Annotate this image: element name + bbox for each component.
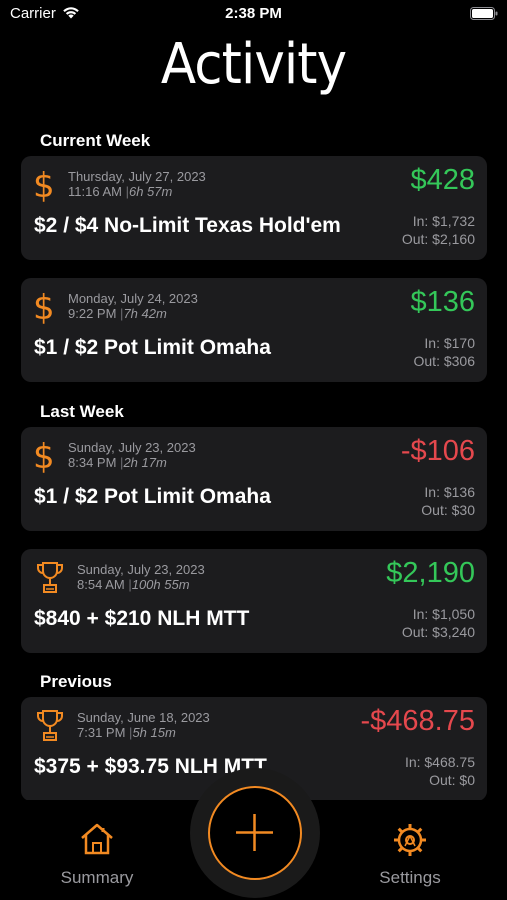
dollar-icon: $ <box>33 288 55 328</box>
tab-summary[interactable] <box>37 822 157 856</box>
tab-settings-label[interactable]: Settings <box>350 868 470 888</box>
section-header-current-week: Current Week <box>40 131 151 150</box>
section-header-previous: Previous <box>40 672 112 691</box>
session-in: In: $136 <box>424 484 475 500</box>
session-time: 7:31 PM |5h 15m <box>77 725 176 740</box>
session-time: 9:22 PM |7h 42m <box>68 306 167 321</box>
session-result: -$106 <box>400 435 475 467</box>
session-out: Out: $306 <box>413 353 476 369</box>
session-in: In: $1,732 <box>412 213 475 229</box>
battery-icon <box>470 7 498 20</box>
session-date: Monday, July 24, 2023 <box>68 291 198 306</box>
session-title: $1 / $2 Pot Limit Omaha <box>34 485 271 508</box>
dollar-icon: $ <box>33 166 55 206</box>
session-title: $2 / $4 No-Limit Texas Hold'em <box>34 214 341 237</box>
session-in: In: $170 <box>424 335 475 351</box>
session-title: $1 / $2 Pot Limit Omaha <box>34 336 271 359</box>
session-out: Out: $2,160 <box>401 231 475 247</box>
session-out: Out: $3,240 <box>401 624 475 640</box>
page-title: Activity <box>160 32 347 97</box>
session-time: 8:34 PM |2h 17m <box>68 455 167 470</box>
session-card[interactable]: $ Thursday, July 27, 2023 11:16 AM |6h 5… <box>21 156 487 260</box>
dollar-icon: $ <box>33 437 55 477</box>
trophy-icon <box>37 710 63 741</box>
session-card[interactable]: $ Sunday, July 23, 2023 8:34 PM |2h 17m … <box>21 427 487 531</box>
tab-settings[interactable] <box>350 822 470 858</box>
tab-summary-label[interactable]: Summary <box>37 868 157 888</box>
session-result: $136 <box>410 286 475 318</box>
status-bar: Carrier 2:38 PM <box>0 0 507 30</box>
session-result: $2,190 <box>386 557 475 589</box>
session-date: Sunday, June 18, 2023 <box>77 710 210 725</box>
activity-screen: Carrier 2:38 PM Activity Current Week $ … <box>0 0 507 900</box>
session-result: $428 <box>410 164 475 196</box>
status-time: 2:38 PM <box>225 5 282 22</box>
session-date: Sunday, July 23, 2023 <box>77 562 205 577</box>
add-session-button[interactable] <box>208 786 302 880</box>
session-out: Out: $30 <box>421 502 475 518</box>
session-in: In: $468.75 <box>404 754 475 770</box>
gear-icon <box>394 824 426 856</box>
trophy-icon <box>37 562 63 593</box>
session-in: In: $1,050 <box>412 606 475 622</box>
session-card[interactable]: $ Monday, July 24, 2023 9:22 PM |7h 42m … <box>21 278 487 382</box>
session-date: Thursday, July 27, 2023 <box>68 169 206 184</box>
plus-icon <box>236 814 273 851</box>
house-icon <box>81 823 113 855</box>
tournament-card[interactable]: Sunday, July 23, 2023 8:54 AM |100h 55m … <box>21 549 487 653</box>
session-date: Sunday, July 23, 2023 <box>68 440 196 455</box>
session-time: 11:16 AM |6h 57m <box>68 184 173 199</box>
section-header-last-week: Last Week <box>40 402 124 421</box>
session-time: 8:54 AM |100h 55m <box>77 577 190 592</box>
session-title: $840 + $210 NLH MTT <box>34 607 250 630</box>
session-result: -$468.75 <box>360 705 476 737</box>
session-out: Out: $0 <box>429 772 475 788</box>
